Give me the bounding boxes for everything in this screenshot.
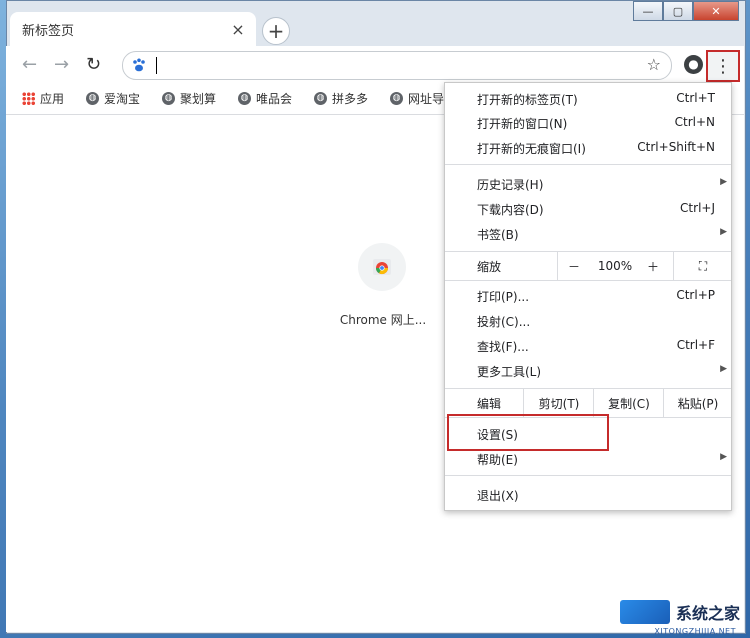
zoom-in-button[interactable]: ＋ — [641, 252, 665, 280]
reload-icon[interactable]: ↻ — [86, 54, 101, 75]
menu-item-new-tab[interactable]: 打开新的标签页(T) Ctrl+T — [445, 87, 731, 111]
back-icon[interactable]: ← — [22, 54, 37, 75]
zoom-row: 缩放 － 100% ＋ ⛶ — [445, 252, 731, 280]
bookmark-item[interactable]: ◍ 爱淘宝 — [86, 90, 140, 107]
watermark: 系统之家 — [619, 600, 740, 624]
menu-item-history[interactable]: 历史记录(H) ▶ — [445, 172, 731, 196]
baidu-paw-icon — [131, 57, 147, 73]
menu-separator — [445, 164, 731, 165]
watermark-subtitle: XITONGZHIJIA.NET — [654, 627, 736, 636]
submenu-arrow-icon: ▶ — [720, 227, 727, 237]
bookmark-item[interactable]: ◍ 网址导 — [390, 90, 444, 107]
copy-button[interactable]: 复制(C) — [593, 389, 664, 417]
bookmark-item[interactable]: ◍ 唯品会 — [238, 90, 292, 107]
menu-item-downloads[interactable]: 下载内容(D) Ctrl+J — [445, 197, 731, 221]
bookmark-star-icon[interactable]: ☆ — [647, 55, 661, 74]
edit-row: 编辑 剪切(T) 复制(C) 粘贴(P) — [445, 389, 731, 417]
menu-item-cast[interactable]: 投射(C)... — [445, 309, 731, 333]
shortcut-tile[interactable] — [358, 243, 406, 291]
watermark-logo-icon — [619, 600, 670, 624]
menu-item-more-tools[interactable]: 更多工具(L) ▶ — [445, 359, 731, 383]
menu-separator — [445, 280, 731, 281]
fullscreen-icon[interactable]: ⛶ — [673, 252, 732, 280]
settings-highlight-box — [447, 414, 609, 451]
forward-icon[interactable]: → — [54, 54, 69, 75]
cut-button[interactable]: 剪切(T) — [523, 389, 594, 417]
address-bar[interactable]: ☆ — [122, 51, 672, 80]
globe-icon: ◍ — [86, 92, 99, 105]
bookmark-apps[interactable]: 应用 — [22, 90, 64, 107]
apps-grid-icon — [22, 92, 35, 105]
tab-close-icon[interactable]: × — [228, 20, 248, 39]
close-window-button[interactable]: ✕ — [693, 1, 739, 21]
edit-label: 编辑 — [477, 396, 502, 411]
globe-icon: ◍ — [390, 92, 403, 105]
tab-new-tab[interactable]: 新标签页 × — [10, 12, 256, 46]
watermark-title: 系统之家 — [675, 604, 740, 623]
toolbar: ← → ↻ ☆ ● ⋮ — [6, 46, 744, 84]
tab-title: 新标签页 — [22, 23, 75, 39]
new-tab-button[interactable]: + — [262, 17, 290, 45]
menu-item-bookmarks[interactable]: 书签(B) ▶ — [445, 222, 731, 246]
menu-separator — [445, 475, 731, 476]
maximize-button[interactable]: ▢ — [663, 1, 693, 21]
globe-icon: ◍ — [238, 92, 251, 105]
chrome-menu-button[interactable]: ⋮ — [706, 50, 740, 82]
menu-item-exit[interactable]: 退出(X) — [445, 483, 731, 507]
submenu-arrow-icon: ▶ — [720, 452, 727, 462]
menu-item-find[interactable]: 查找(F)... Ctrl+F — [445, 334, 731, 358]
bookmark-item[interactable]: ◍ 拼多多 — [314, 90, 368, 107]
bookmark-item[interactable]: ◍ 聚划算 — [162, 90, 216, 107]
window-controls: — ▢ ✕ — [633, 1, 739, 21]
shortcut-label: Chrome 网上... — [339, 313, 427, 327]
zoom-level: 100% — [597, 259, 633, 273]
globe-icon: ◍ — [314, 92, 327, 105]
globe-icon: ◍ — [162, 92, 175, 105]
paste-button[interactable]: 粘贴(P) — [663, 389, 732, 417]
chrome-store-icon — [373, 259, 391, 275]
menu-item-new-window[interactable]: 打开新的窗口(N) Ctrl+N — [445, 111, 731, 135]
menu-item-print[interactable]: 打印(P)... Ctrl+P — [445, 284, 731, 308]
profile-avatar-icon[interactable]: ● — [684, 55, 703, 74]
text-caret — [156, 57, 157, 74]
minimize-button[interactable]: — — [633, 1, 663, 21]
submenu-arrow-icon: ▶ — [720, 364, 727, 374]
submenu-arrow-icon: ▶ — [720, 177, 727, 187]
zoom-label: 缩放 — [477, 259, 502, 274]
menu-item-incognito[interactable]: 打开新的无痕窗口(I) Ctrl+Shift+N — [445, 136, 731, 160]
zoom-out-button[interactable]: － — [557, 252, 590, 280]
